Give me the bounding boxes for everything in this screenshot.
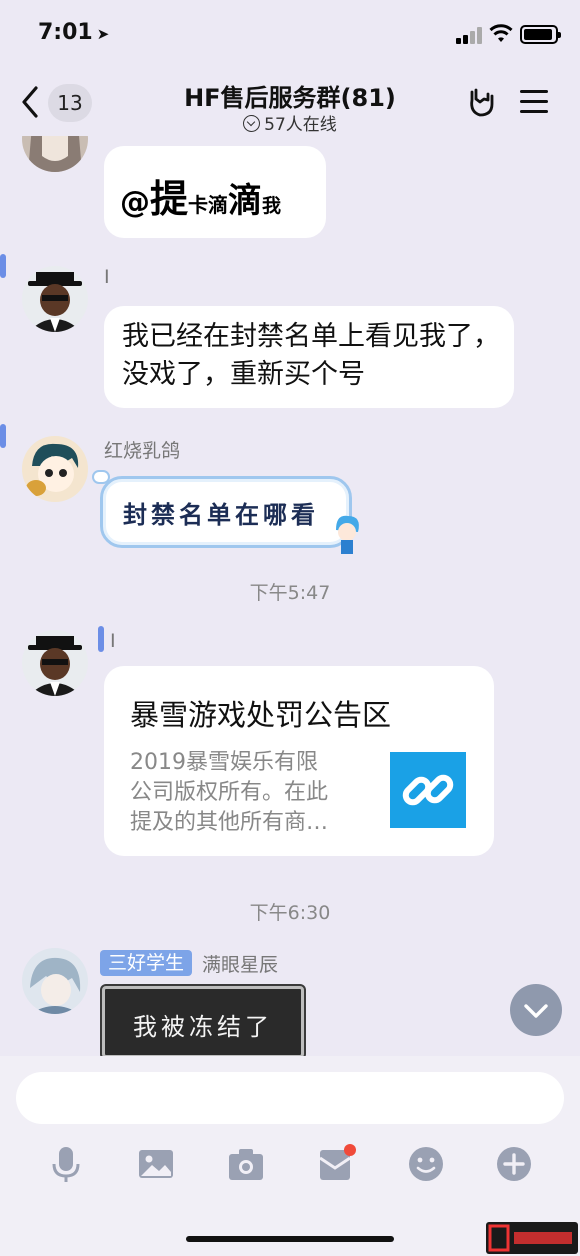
back-button[interactable]: 13	[20, 82, 92, 122]
message-text: 我被冻结了	[133, 1013, 273, 1041]
avatar[interactable]	[22, 630, 88, 696]
mention-text: @	[120, 185, 150, 220]
sticker-bubble[interactable]: 我被冻结了	[102, 986, 304, 1056]
message-text: 封禁名单在哪看	[123, 500, 319, 529]
link-card-description: 2019暴雪娱乐有限 公司版权所有。在此 提及的其他所有商…	[130, 750, 329, 835]
link-icon	[402, 774, 454, 806]
emoji-icon[interactable]	[406, 1144, 446, 1184]
group-title[interactable]: HF售后服务群(81)	[150, 78, 430, 113]
wifi-icon	[489, 24, 513, 42]
member-marker	[0, 424, 6, 448]
speech-decoration-icon	[92, 470, 110, 484]
online-count[interactable]: 57人在线	[150, 110, 430, 135]
watermark-logo	[486, 1222, 578, 1254]
avatar[interactable]	[22, 948, 88, 1014]
chat-header: 13 HF售后服务群(81) 57人在线	[0, 70, 580, 136]
image-icon[interactable]	[136, 1144, 176, 1184]
link-card[interactable]: 暴雪游戏处罚公告区 2019暴雪娱乐有限 公司版权所有。在此 提及的其他所有商…	[104, 666, 494, 856]
avatar[interactable]	[22, 266, 88, 332]
mic-icon[interactable]	[46, 1144, 86, 1184]
sender-name: 满眼星辰	[202, 954, 279, 976]
plus-icon[interactable]	[494, 1144, 534, 1184]
chevron-down-circle-icon	[243, 115, 261, 132]
home-indicator[interactable]	[186, 1236, 394, 1242]
timestamp: 下午6:30	[249, 902, 331, 924]
message-bubble[interactable]: @提卡滴滴我	[104, 146, 326, 238]
message-bubble[interactable]: 我已经在封禁名单上看见我了，没戏了，重新买个号	[104, 306, 514, 408]
timestamp: 下午5:47	[249, 582, 331, 604]
message-input[interactable]	[16, 1072, 564, 1124]
link-card-title: 暴雪游戏处罚公告区	[130, 698, 392, 732]
sender-name: I	[104, 266, 110, 288]
redpacket-icon[interactable]	[316, 1144, 356, 1184]
camera-icon[interactable]	[226, 1144, 266, 1184]
link-thumbnail	[390, 752, 466, 828]
member-title-badge: 三好学生	[100, 950, 193, 976]
sticker-bubble[interactable]: 封禁名单在哪看	[100, 476, 352, 548]
cellular-signal-icon	[456, 26, 484, 44]
message-text: 卡滴	[188, 193, 229, 217]
member-marker	[98, 626, 104, 652]
message-text: 滴	[228, 181, 263, 221]
message-text: 我	[262, 195, 282, 217]
chevron-down-icon	[524, 1004, 548, 1018]
scroll-to-bottom-button[interactable]	[510, 984, 562, 1036]
avatar[interactable]	[22, 136, 88, 172]
unread-count-badge: 13	[48, 84, 92, 122]
location-arrow-icon: ➤	[96, 25, 110, 43]
hand-gesture-icon[interactable]	[466, 86, 498, 118]
menu-icon[interactable]	[520, 88, 550, 116]
message-list[interactable]: @提卡滴滴我 I 我已经在封禁名单上看见我了，没戏了，重新买个号 红烧乳鸽 封禁…	[0, 136, 580, 1056]
message-text: 提	[150, 177, 189, 221]
battery-icon	[520, 25, 561, 44]
member-marker	[0, 254, 6, 278]
status-bar: 7:01 ➤	[0, 0, 580, 70]
sender-name: 红烧乳鸽	[104, 440, 181, 462]
chevron-left-icon	[22, 86, 38, 118]
sender-name: I	[110, 630, 116, 652]
avatar[interactable]	[22, 436, 88, 502]
sticker-character-icon	[336, 515, 359, 554]
notification-dot	[344, 1144, 356, 1156]
message-text: 我已经在封禁名单上看见我了，没戏了，重新买个号	[122, 321, 500, 390]
status-time: 7:01 ➤	[38, 20, 110, 45]
